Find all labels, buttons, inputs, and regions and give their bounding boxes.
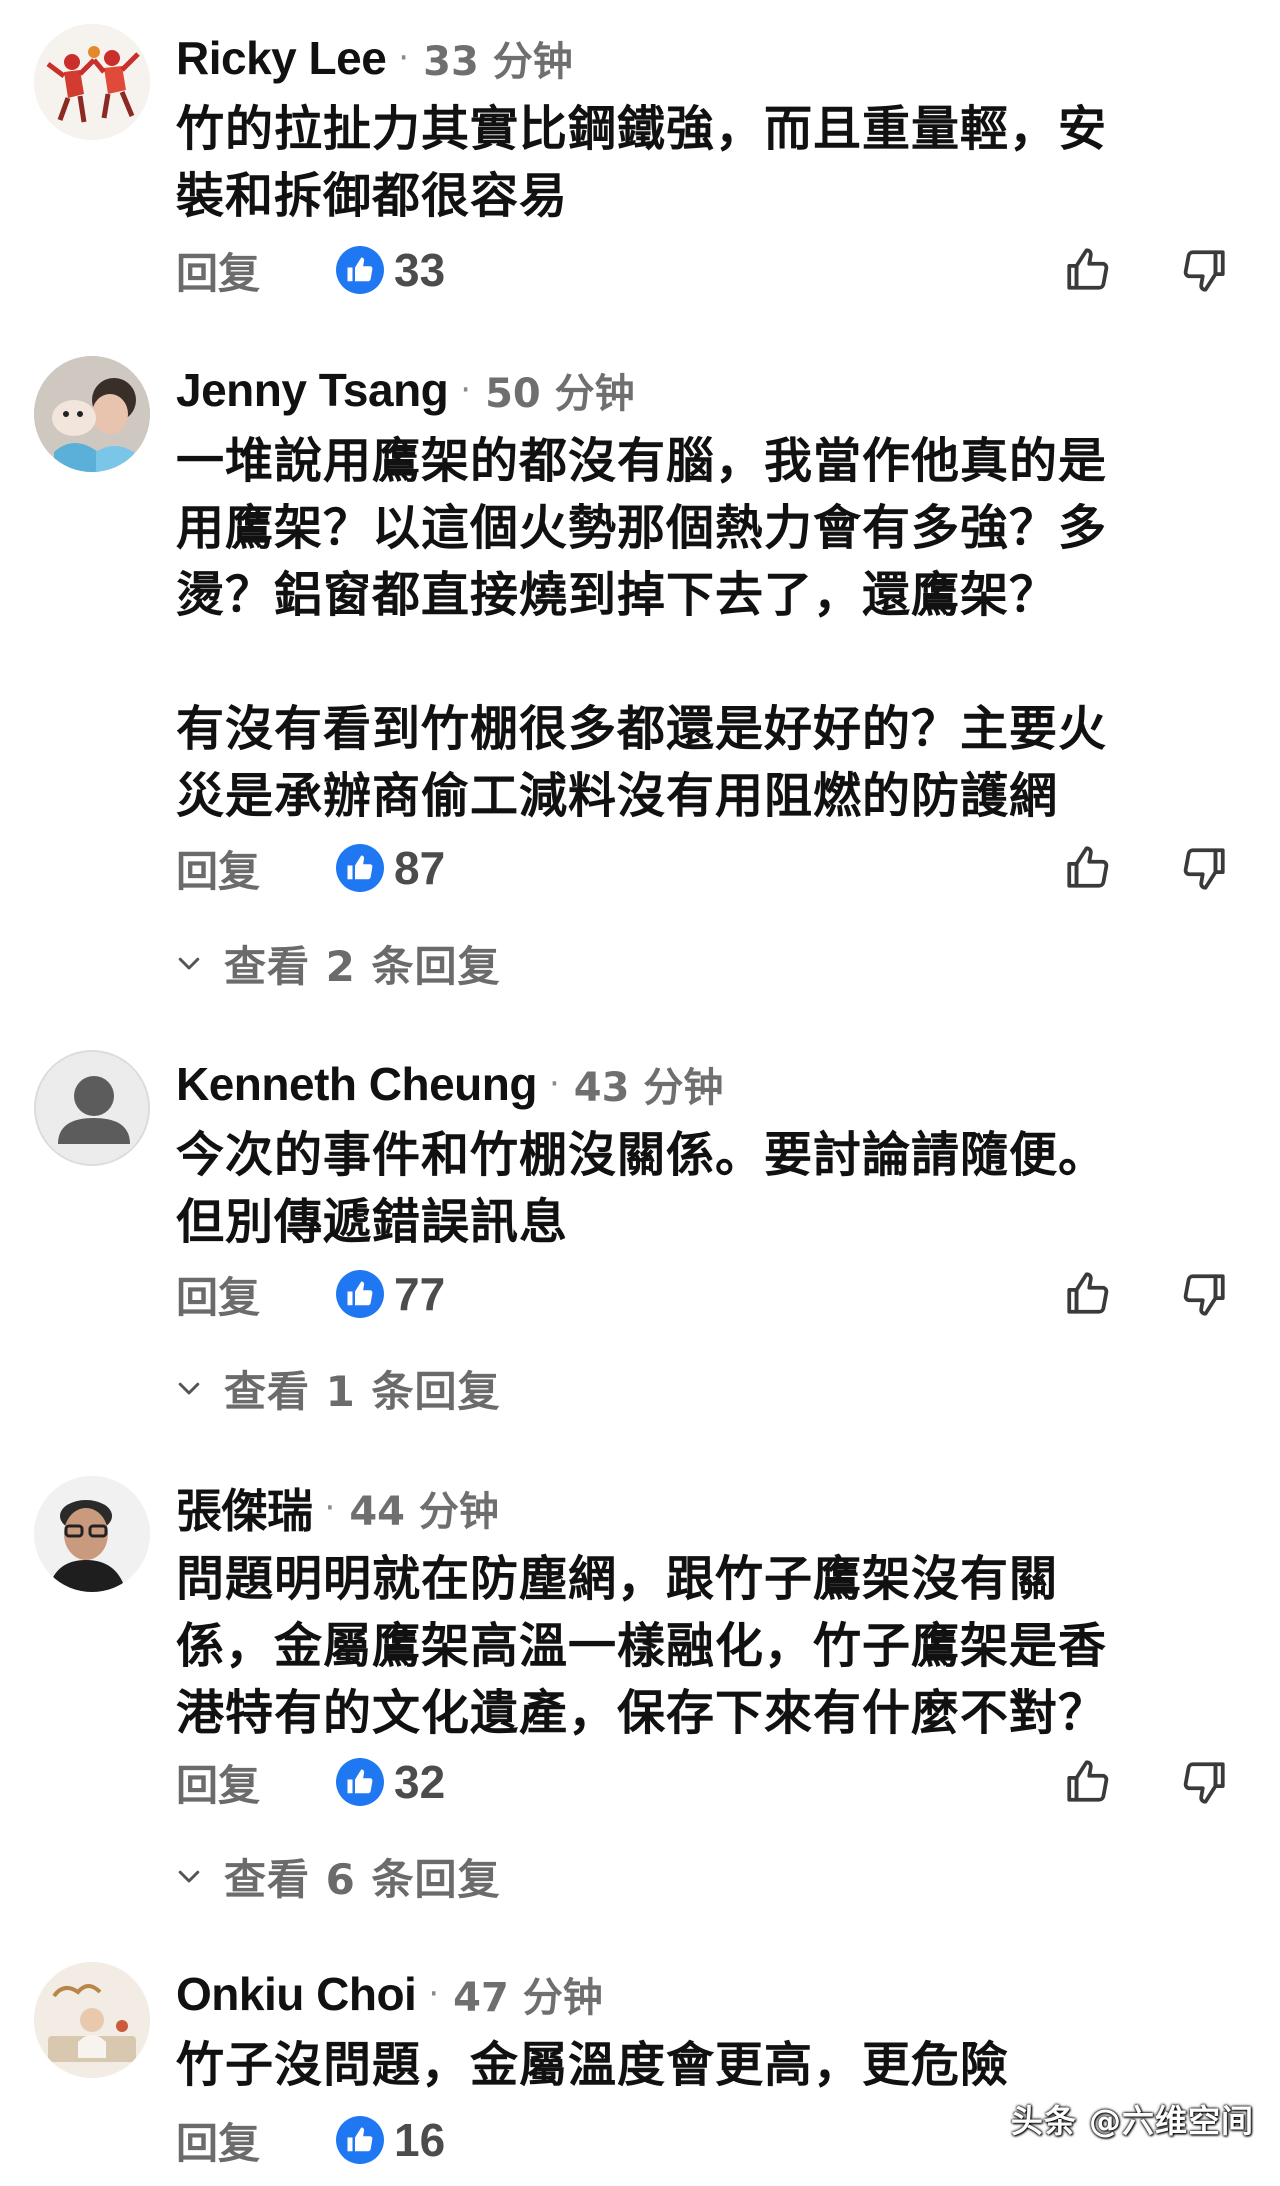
comment-line: 燙？鋁窗都直接燒到掉下去了，還鷹架？ xyxy=(176,567,1059,623)
comment-line: 用鷹架？以這個火勢那個熱力會有多強？多 xyxy=(176,500,1108,556)
comment-line: 港特有的文化遺產，保存下來有什麼不對？ xyxy=(176,1685,1108,1741)
separator-dot: · xyxy=(324,1488,336,1528)
comment-header: Jenny Tsang · 50 分钟 xyxy=(176,362,635,418)
thumbs-down-icon[interactable] xyxy=(1176,1266,1232,1322)
comment-text: 竹子沒問題，金屬溫度會更高，更危險 xyxy=(176,2032,1236,2099)
view-replies-button[interactable]: 查看 2 条回复 xyxy=(174,935,500,991)
view-replies-label: 查看 6 条回复 xyxy=(224,1854,501,1904)
like-badge-icon xyxy=(336,1758,384,1806)
comment-text: 竹的拉扯力其實比鋼鐵強，而且重量輕，安 裝和拆御都很容易 xyxy=(176,96,1236,230)
view-replies-button[interactable]: 查看 6 条回复 xyxy=(174,1848,500,1904)
comment-line: 竹的拉扯力其實比鋼鐵強，而且重量輕，安 xyxy=(176,101,1108,157)
author-name[interactable]: 張傑瑞 xyxy=(176,1475,313,1541)
like-count: 87 xyxy=(394,842,446,894)
author-name[interactable]: Jenny Tsang xyxy=(176,363,449,417)
thumbs-up-icon[interactable] xyxy=(1060,1754,1116,1810)
thumbs-down-icon[interactable] xyxy=(1176,840,1232,896)
comment-text: 今次的事件和竹棚沒關係。要討論請隨便。 但別傳遞錯誤訊息 xyxy=(176,1122,1236,1256)
view-replies-label: 查看 1 条回复 xyxy=(224,1366,501,1416)
avatar-default-icon xyxy=(36,1052,148,1164)
view-replies-button[interactable]: 查看 1 条回复 xyxy=(174,1360,500,1416)
avatar-onkiu-choi[interactable] xyxy=(34,1962,150,2078)
like-badge-icon xyxy=(336,844,384,892)
like-count: 77 xyxy=(394,1268,446,1320)
comment-line: 但別傳遞錯誤訊息 xyxy=(176,1194,569,1250)
comment-text: 問題明明就在防塵網，跟竹子鷹架沒有關 係，金屬鷹架高溫一樣融化，竹子鷹架是香 港… xyxy=(176,1546,1236,1747)
view-replies-label: 查看 2 条回复 xyxy=(224,941,501,991)
comment-actions: 回复 32 xyxy=(176,1750,1256,1814)
author-name[interactable]: Kenneth Cheung xyxy=(176,1057,537,1111)
basketball-players-avatar-icon xyxy=(34,24,150,140)
comment-header: Kenneth Cheung · 43 分钟 xyxy=(176,1056,723,1112)
separator-dot: · xyxy=(548,1064,560,1104)
reply-button[interactable]: 回复 xyxy=(176,838,336,899)
comment-line: 竹子沒問題，金屬溫度會更高，更危險 xyxy=(176,2037,1010,2093)
reply-button[interactable]: 回复 xyxy=(176,2110,336,2171)
separator-dot: · xyxy=(460,370,472,410)
comment-line: 問題明明就在防塵網，跟竹子鷹架沒有關 xyxy=(176,1551,1059,1607)
photo-avatar-icon xyxy=(34,356,150,472)
photo-avatar-icon xyxy=(34,1962,150,2078)
comment-line: 有沒有看到竹棚很多都還是好好的？主要火 xyxy=(176,701,1108,757)
like-count: 33 xyxy=(394,244,446,296)
like-badge-icon xyxy=(336,2116,384,2164)
comment-line: 係，金屬鷹架高溫一樣融化，竹子鷹架是香 xyxy=(176,1618,1108,1674)
comment-line: 裝和拆御都很容易 xyxy=(176,168,569,224)
comment-actions: 回复 33 xyxy=(176,238,1256,302)
thumbs-up-icon[interactable] xyxy=(1060,840,1116,896)
chevron-down-icon xyxy=(178,1382,200,1395)
chevron-down-icon xyxy=(178,1870,200,1883)
comment-time: 50 分钟 xyxy=(485,371,635,417)
reply-button[interactable]: 回复 xyxy=(176,240,336,301)
comment-line: 今次的事件和竹棚沒關係。要討論請隨便。 xyxy=(176,1127,1108,1183)
separator-dot: · xyxy=(428,1974,440,2014)
comment-header: Onkiu Choi · 47 分钟 xyxy=(176,1966,603,2022)
comment-actions: 回复 87 xyxy=(176,836,1256,900)
comment-text: 一堆說用鷹架的都沒有腦，我當作他真的是 用鷹架？以這個火勢那個熱力會有多強？多 … xyxy=(176,428,1236,830)
watermark: 头条 @六维空间 xyxy=(1010,2102,1254,2140)
comment-time: 47 分钟 xyxy=(453,1975,603,2021)
author-name[interactable]: Onkiu Choi xyxy=(176,1967,417,2021)
avatar-jenny-tsang[interactable] xyxy=(34,356,150,472)
comments-page: Ricky Lee · 33 分钟 竹的拉扯力其實比鋼鐵強，而且重量輕，安 裝和… xyxy=(0,0,1280,2186)
photo-avatar-icon xyxy=(34,1476,150,1592)
thumbs-up-icon[interactable] xyxy=(1060,1266,1116,1322)
reply-button[interactable]: 回复 xyxy=(176,1752,336,1813)
comment-time: 44 分钟 xyxy=(349,1489,499,1535)
thumbs-down-icon[interactable] xyxy=(1176,1754,1232,1810)
like-badge-icon xyxy=(336,1270,384,1318)
avatar-ricky-lee[interactable] xyxy=(34,24,150,140)
comment-header: 張傑瑞 · 44 分钟 xyxy=(176,1480,499,1537)
comment-time: 43 分钟 xyxy=(573,1065,724,1111)
thumbs-down-icon[interactable] xyxy=(1176,242,1232,298)
chevron-down-icon xyxy=(178,957,200,970)
comment-actions: 回复 77 xyxy=(176,1262,1256,1326)
like-badge-icon xyxy=(336,246,384,294)
comment-time: 33 分钟 xyxy=(423,39,573,85)
comment-header: Ricky Lee · 33 分钟 xyxy=(176,30,573,86)
reply-button[interactable]: 回复 xyxy=(176,1264,336,1325)
like-count: 32 xyxy=(394,1756,446,1808)
thumbs-up-icon[interactable] xyxy=(1060,242,1116,298)
like-count: 16 xyxy=(394,2114,446,2166)
comment-line: 一堆說用鷹架的都沒有腦，我當作他真的是 xyxy=(176,433,1108,489)
comment-line: 災是承辦商偷工減料沒有用阻燃的防護網 xyxy=(176,768,1059,824)
author-name[interactable]: Ricky Lee xyxy=(176,31,387,85)
avatar-zhang-jierui[interactable] xyxy=(34,1476,150,1592)
separator-dot: · xyxy=(398,38,410,78)
avatar-kenneth-cheung[interactable] xyxy=(34,1050,150,1166)
